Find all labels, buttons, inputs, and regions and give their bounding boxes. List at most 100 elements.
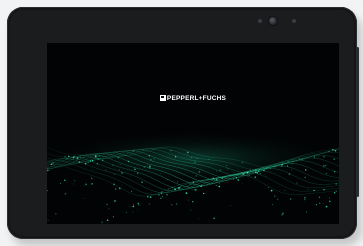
- wave-particle: [142, 149, 144, 151]
- wave-particle: [203, 192, 205, 195]
- wave-particle: [319, 202, 321, 204]
- wave-particle: [148, 203, 150, 205]
- brand-text: PEPPERL+FUCHS: [166, 95, 227, 102]
- wave-particle: [112, 216, 114, 218]
- wave-particle: [192, 201, 194, 203]
- wave-particle: [307, 189, 309, 190]
- wave-particle: [268, 186, 270, 188]
- wave-particle: [91, 160, 94, 162]
- wave-particle: [335, 183, 337, 185]
- wave-particle: [167, 179, 169, 181]
- wave-particle: [244, 172, 245, 174]
- wave-particle: [114, 188, 117, 190]
- wave-particle: [85, 183, 87, 186]
- wave-particle: [84, 162, 87, 165]
- wave-particle: [221, 177, 223, 179]
- wave-particle: [323, 156, 325, 158]
- camera-bar: [7, 7, 357, 33]
- wave-particle: [50, 163, 53, 166]
- wave-particle: [137, 172, 139, 174]
- wave-particle: [170, 150, 172, 152]
- wave-particle: [332, 149, 334, 151]
- tablet-screen[interactable]: PEPPERL+FUCHS: [47, 43, 339, 224]
- wave-particle: [148, 155, 150, 157]
- wave-particle: [287, 161, 289, 162]
- wave-particle: [212, 177, 214, 179]
- wave-particle: [313, 189, 315, 192]
- wave-particle: [72, 161, 74, 163]
- wave-particle: [106, 203, 108, 205]
- wave-particle: [303, 158, 305, 160]
- wave-particle: [97, 157, 100, 160]
- wave-particle: [288, 173, 291, 175]
- wave-particle: [258, 170, 260, 172]
- wave-particle: [134, 168, 136, 171]
- wave-particle: [114, 200, 116, 202]
- wave-particle: [127, 160, 130, 163]
- wave-particle: [213, 179, 215, 181]
- wave-particle: [290, 198, 292, 200]
- wave-particle: [148, 167, 151, 169]
- wave-particle: [277, 221, 278, 223]
- wave-particle: [179, 186, 182, 189]
- wave-particle: [194, 161, 196, 163]
- wave-particle: [218, 185, 220, 188]
- wave-particle: [304, 199, 306, 201]
- wave-particle: [306, 211, 308, 213]
- wave-particle: [269, 168, 271, 170]
- wave-particle: [281, 213, 284, 216]
- wave-particle: [55, 213, 57, 215]
- wave-particle: [270, 189, 273, 192]
- wave-particle: [259, 172, 262, 175]
- wave-particle: [256, 172, 259, 174]
- wave-particle: [76, 157, 79, 160]
- wave-particle: [266, 167, 267, 169]
- wave-particle: [119, 164, 121, 166]
- wave-particle: [333, 158, 335, 160]
- wave-particle: [304, 169, 307, 171]
- wave-particle: [190, 157, 192, 159]
- wave-particle: [101, 221, 103, 224]
- wave-particle: [291, 163, 293, 165]
- wave-particle: [105, 169, 106, 171]
- wave-particle: [175, 156, 177, 158]
- wave-particle: [166, 193, 168, 196]
- wave-particle: [47, 190, 48, 192]
- wave-particle: [241, 183, 243, 185]
- wave-particle: [119, 169, 120, 171]
- wave-particle: [326, 173, 328, 175]
- wave-particle: [78, 161, 81, 163]
- wave-particle: [192, 181, 195, 184]
- wave-particle: [91, 177, 93, 179]
- wave-particle: [143, 166, 146, 168]
- wave-particle: [211, 178, 213, 180]
- wave-particle: [98, 155, 100, 157]
- wave-particle: [95, 157, 97, 159]
- wave-particle: [176, 203, 178, 205]
- wave-particle: [73, 183, 75, 185]
- wave-particle: [66, 158, 68, 160]
- wave-particle: [300, 194, 302, 196]
- wave-particle: [215, 178, 218, 181]
- wave-particle: [196, 157, 198, 159]
- wave-particle: [79, 155, 81, 156]
- wave-particle: [54, 165, 56, 166]
- wave-particle: [112, 164, 114, 166]
- wave-particle: [83, 197, 84, 199]
- wave-particle: [137, 209, 139, 210]
- wave-particle: [318, 196, 321, 199]
- wave-particle: [299, 158, 301, 160]
- wave-particle: [79, 156, 82, 159]
- wave-particle: [226, 164, 228, 167]
- wave-particle: [325, 164, 327, 166]
- wave-particle: [47, 167, 49, 169]
- wave-particle: [195, 175, 197, 177]
- wave-particle: [132, 212, 134, 213]
- wave-particle: [323, 165, 325, 167]
- wave-particle: [64, 192, 67, 195]
- wave-particle: [227, 167, 229, 169]
- wave-particle: [216, 170, 218, 172]
- wave-particle: [171, 187, 173, 189]
- wave-particle: [151, 161, 153, 163]
- wave-particle: [313, 156, 316, 159]
